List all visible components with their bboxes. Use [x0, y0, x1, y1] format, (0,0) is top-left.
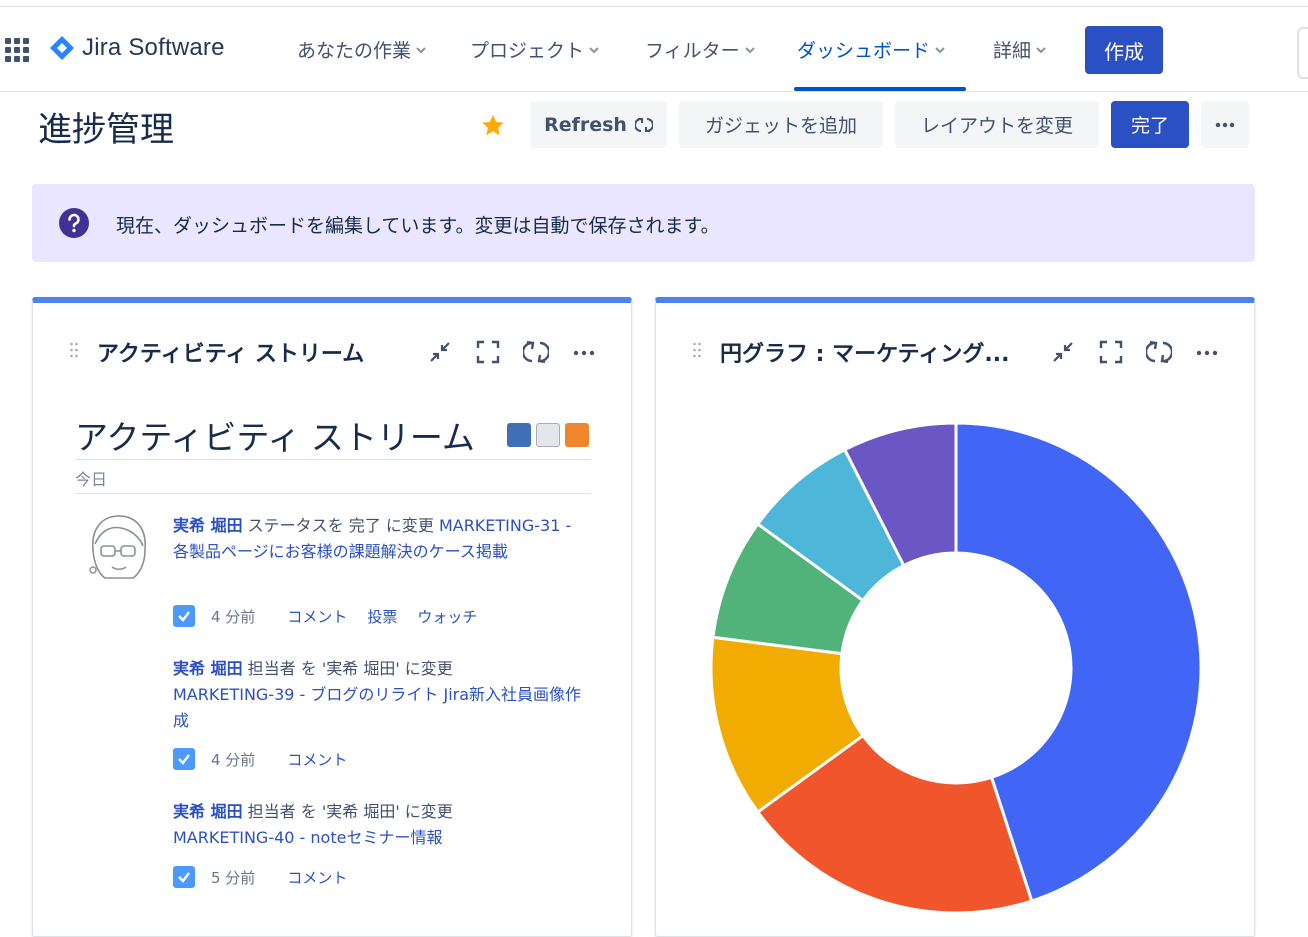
drag-handle-icon[interactable]: [69, 342, 79, 358]
change-layout-button[interactable]: レイアウトを変更: [895, 101, 1099, 148]
vote-link[interactable]: 投票: [367, 606, 397, 627]
user-link[interactable]: 実希 堀田: [173, 659, 243, 678]
more-icon[interactable]: [571, 339, 597, 365]
nav-more[interactable]: 詳細: [993, 36, 1047, 63]
nav-your-work[interactable]: あなたの作業: [297, 36, 427, 63]
user-avatar[interactable]: [81, 510, 157, 586]
banner-message: 現在、ダッシュボードを編集しています。変更は自動で保存されます。: [116, 215, 720, 237]
create-button[interactable]: 作成: [1085, 26, 1163, 74]
timestamp: 4 分前: [211, 607, 256, 626]
pie-chart-gadget: 円グラフ : マーケティング...: [655, 297, 1255, 937]
activity-heading: アクティビティ ストリーム: [75, 418, 475, 457]
top-navigation: Jira Software あなたの作業 プロジェクト フィルター ダッシュボー…: [0, 6, 1308, 92]
divider: [75, 459, 591, 460]
jira-diamond-icon: [50, 36, 74, 60]
active-tab-indicator: [794, 87, 966, 91]
nav-label: 詳細: [993, 40, 1032, 62]
date-group-label: 今日: [75, 470, 108, 489]
watch-link[interactable]: ウォッチ: [417, 606, 477, 627]
more-icon[interactable]: [1194, 339, 1220, 365]
full-view-icon[interactable]: [507, 423, 531, 447]
refresh-button[interactable]: Refresh: [530, 101, 667, 148]
issue-link[interactable]: MARKETING-40 - noteセミナー情報: [173, 828, 442, 847]
divider: [75, 493, 591, 494]
activity-meta: 4 分前 コメント: [173, 748, 367, 770]
comment-link[interactable]: コメント: [287, 606, 347, 627]
question-icon: [59, 208, 89, 238]
search-input[interactable]: [1297, 27, 1308, 79]
view-options: [507, 423, 589, 447]
timestamp: 5 分前: [211, 868, 256, 887]
app-switcher-icon[interactable]: [5, 38, 29, 62]
add-gadget-button[interactable]: ガジェットを追加: [679, 101, 883, 148]
rss-feed-icon[interactable]: [565, 423, 589, 447]
activity-text: 担当者 を '実希 堀田' に変更: [242, 802, 453, 821]
activity-stream-gadget: アクティビティ ストリーム アクティビティ ストリーム 今日 実希 堀田 ステー…: [32, 297, 632, 937]
activity-text: ステータスを 完了 に変更: [242, 516, 439, 535]
maximize-icon[interactable]: [1098, 339, 1124, 365]
task-checkbox-icon: [173, 605, 195, 627]
refresh-icon: [634, 117, 653, 132]
nav-label: フィルター: [645, 40, 740, 62]
task-checkbox-icon: [173, 748, 195, 770]
chevron-down-icon: [589, 46, 599, 53]
activity-meta: 4 分前 コメント 投票 ウォッチ: [173, 605, 497, 627]
gadget-title: 円グラフ : マーケティング...: [720, 342, 1010, 367]
refresh-icon[interactable]: [523, 339, 549, 365]
chevron-down-icon: [416, 46, 426, 53]
chevron-down-icon: [744, 46, 755, 53]
nav-projects[interactable]: プロジェクト: [470, 36, 600, 63]
task-checkbox-icon: [173, 866, 195, 888]
list-view-icon[interactable]: [536, 423, 560, 447]
nav-label: プロジェクト: [470, 40, 585, 62]
edit-mode-banner: 現在、ダッシュボードを編集しています。変更は自動で保存されます。: [32, 184, 1255, 262]
maximize-icon[interactable]: [475, 339, 501, 365]
comment-link[interactable]: コメント: [287, 867, 347, 888]
nav-filters[interactable]: フィルター: [645, 36, 756, 63]
activity-text: 担当者 を '実希 堀田' に変更: [242, 659, 453, 678]
more-icon: [1215, 122, 1235, 127]
comment-link[interactable]: コメント: [287, 749, 347, 770]
activity-entry: 実希 堀田 担当者 を '実希 堀田' に変更 MARKETING-40 - no…: [173, 799, 583, 851]
chevron-down-icon: [935, 46, 945, 53]
minimize-icon[interactable]: [427, 339, 453, 365]
nav-label: ダッシュボード: [797, 40, 931, 62]
done-button[interactable]: 完了: [1111, 101, 1189, 148]
refresh-label: Refresh: [544, 113, 627, 136]
issue-link[interactable]: MARKETING-39 - ブログのリライト Jira新入社員画像作成: [173, 685, 581, 730]
donut-chart[interactable]: [686, 403, 1246, 923]
nav-label: あなたの作業: [297, 40, 412, 62]
nav-dashboards[interactable]: ダッシュボード: [797, 36, 946, 63]
page-title: 進捗管理: [38, 110, 174, 150]
timestamp: 4 分前: [211, 750, 256, 769]
drag-handle-icon[interactable]: [692, 342, 702, 358]
star-icon[interactable]: [480, 113, 506, 139]
minimize-icon[interactable]: [1050, 339, 1076, 365]
gadget-title: アクティビティ ストリーム: [97, 342, 365, 367]
user-link[interactable]: 実希 堀田: [173, 516, 243, 535]
chevron-down-icon: [1036, 46, 1046, 53]
activity-entry: 実希 堀田 担当者 を '実希 堀田' に変更 MARKETING-39 - ブロ…: [173, 656, 583, 734]
activity-meta: 5 分前 コメント: [173, 866, 367, 888]
refresh-icon[interactable]: [1146, 339, 1172, 365]
activity-entry: 実希 堀田 ステータスを 完了 に変更 MARKETING-31 - 各製品ペー…: [173, 513, 583, 565]
more-actions-button[interactable]: [1201, 101, 1249, 148]
jira-logo[interactable]: Jira Software: [48, 34, 225, 62]
user-link[interactable]: 実希 堀田: [173, 802, 243, 821]
app-name: Jira Software: [82, 34, 225, 61]
